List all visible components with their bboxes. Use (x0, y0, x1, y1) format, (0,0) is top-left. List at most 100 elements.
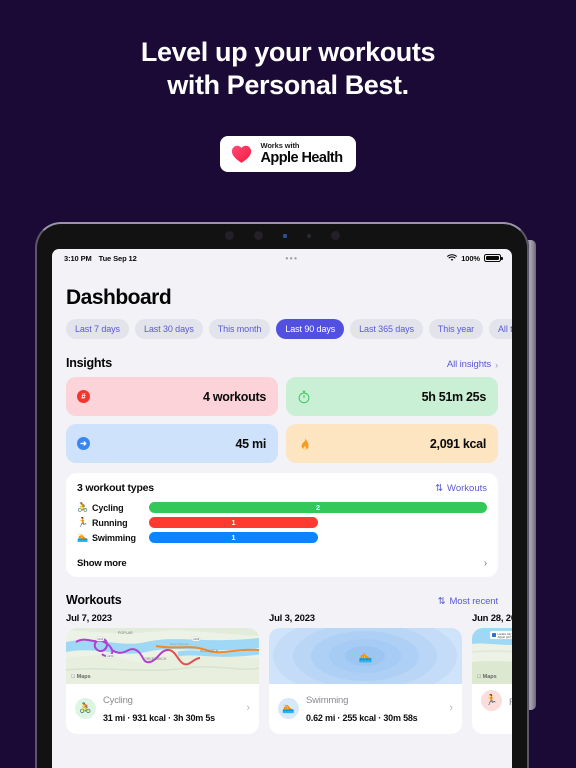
sort-updown-icon: ⇅ (435, 482, 444, 494)
workout-types-header: 3 workout types ⇅ Workouts (77, 482, 487, 494)
filter-chip-this-month[interactable]: This month (208, 319, 271, 339)
swimming-icon: 🏊 (77, 532, 89, 542)
workout-type-bar-track-running: 1 (149, 517, 487, 528)
insight-card-calories[interactable]: 2,091 kcal (286, 424, 498, 463)
filter-chip-last-7-days[interactable]: Last 7 days (66, 319, 129, 339)
wifi-icon (447, 254, 458, 262)
all-insights-link[interactable]: All insights › (447, 359, 498, 370)
workout-type-bar-track-cycling: 2 (149, 502, 487, 513)
badge-platform-label: Apple Health (260, 149, 343, 166)
workout-name-running: Running (509, 697, 512, 708)
show-more-button[interactable]: Show more › (77, 550, 487, 577)
workout-cards-carousel[interactable]: POPLAR GREENWICH WOOLWICH River Thames A… (66, 628, 512, 734)
chevron-right-icon: › (246, 702, 250, 714)
workout-card-swimming[interactable]: 🏊 🏊 Swimming 0.62 mi · 255 kcal · 30m 58… (269, 628, 462, 734)
workout-stats-swimming: 0.62 mi · 255 kcal · 30m 58s (306, 713, 418, 723)
device-screen: 3:10 PM Tue Sep 12 ••• 100% Dashboard La… (52, 249, 512, 768)
svg-text:A102: A102 (97, 637, 104, 641)
works-with-apple-health-badge: Works with Apple Health (220, 136, 356, 172)
workout-card-running[interactable]: WOOLWICH London City Airport (LCY)  Map… (472, 628, 512, 734)
insight-value-duration: 5h 51m 25s (421, 389, 487, 404)
insight-card-workouts[interactable]: # 4 workouts (66, 377, 278, 416)
workout-type-label-cycling: 🚴 Cycling (77, 502, 149, 513)
chevron-right-icon: › (495, 359, 498, 370)
workout-date-row: Jul 7, 2023 Jul 3, 2023 Jun 28, 2023 (66, 613, 512, 624)
arrow-right-badge-icon: ➜ (76, 436, 91, 451)
cycling-icon: 🚴 (75, 697, 96, 719)
filter-chip-all-time[interactable]: All time (489, 319, 512, 339)
insights-title: Insights (66, 356, 112, 370)
multitasking-dots-icon[interactable]: ••• (286, 254, 299, 263)
insight-card-distance[interactable]: ➜ 45 mi (66, 424, 278, 463)
workout-name-swimming: Swimming (306, 695, 349, 706)
badge-works-with-label: Works with (260, 141, 300, 150)
chevron-right-icon: › (483, 558, 487, 569)
status-bar-indicators: 100% (447, 253, 503, 263)
running-icon: 🏃 (77, 517, 89, 527)
svg-text:Airport (LCY): Airport (LCY) (498, 635, 513, 639)
flame-icon (296, 436, 311, 451)
workout-types-sort-control[interactable]: ⇅ Workouts (435, 483, 487, 494)
hash-badge-icon: # (76, 389, 91, 404)
map-route-thumbnail: POPLAR GREENWICH WOOLWICH River Thames A… (66, 628, 259, 684)
camera-lens-icon (330, 231, 340, 240)
workout-card-cycling[interactable]: POPLAR GREENWICH WOOLWICH River Thames A… (66, 628, 259, 734)
camera-lens-icon (224, 231, 234, 240)
filter-chip-last-365-days[interactable]: Last 365 days (350, 319, 423, 339)
workout-date-3: Jun 28, 2023 (472, 613, 512, 624)
workout-type-row-cycling: 🚴 Cycling 2 (77, 502, 487, 513)
filter-chip-last-90-days[interactable]: Last 90 days (276, 319, 345, 339)
swim-rings-thumbnail: 🏊 (269, 628, 462, 684)
apple-health-badge-wrap: Works with Apple Health (0, 136, 576, 172)
battery-icon (484, 254, 503, 262)
sort-updown-icon: ⇅ (437, 596, 446, 607)
device-camera-row (35, 231, 529, 240)
hero-section: Level up your workouts with Personal Bes… (0, 36, 576, 102)
workout-type-name-running: Running (92, 517, 128, 528)
maps-attribution-label:  Maps (477, 674, 497, 680)
insights-grid: # 4 workouts 5h 51m 25s ➜ 45 mi 2,091 kc… (66, 377, 498, 463)
cycling-icon: 🚴 (77, 502, 89, 512)
device-body: 3:10 PM Tue Sep 12 ••• 100% Dashboard La… (35, 222, 529, 768)
workout-types-card: 3 workout types ⇅ Workouts 🚴 Cycling 2 🏃… (66, 473, 498, 577)
running-icon: 🏃 (481, 690, 502, 711)
workout-card-body-swimming: 🏊 Swimming 0.62 mi · 255 kcal · 30m 58s … (269, 684, 462, 734)
chevron-right-icon: › (449, 702, 453, 714)
workout-type-label-running: 🏃 Running (77, 517, 149, 528)
badge-text-group: Works with Apple Health (260, 141, 343, 166)
battery-percentage-label: 100% (461, 253, 480, 263)
camera-sensor-icon (282, 233, 287, 238)
swimming-icon: 🏊 (358, 650, 373, 663)
workout-card-text-cycling: Cycling 31 mi · 931 kcal · 3h 30m 5s (103, 690, 235, 726)
workout-type-bar-running: 1 (149, 517, 318, 528)
stopwatch-icon (296, 389, 311, 404)
insight-card-duration[interactable]: 5h 51m 25s (286, 377, 498, 416)
hero-title-line-1: Level up your workouts (140, 37, 436, 67)
status-bar-time: 3:10 PM (64, 253, 92, 263)
svg-text:River Thames: River Thames (170, 642, 189, 646)
workouts-sort-control[interactable]: ⇅ Most recent (437, 596, 499, 607)
workouts-sort-label: Most recent (449, 596, 498, 607)
svg-text:WOOLWICH: WOOLWICH (200, 649, 219, 653)
heart-icon (231, 144, 252, 164)
tablet-device: 3:10 PM Tue Sep 12 ••• 100% Dashboard La… (35, 222, 536, 768)
workout-name-cycling: Cycling (103, 695, 133, 706)
filter-chip-this-year[interactable]: This year (428, 319, 484, 339)
workout-type-row-running: 🏃 Running 1 (77, 517, 487, 528)
hero-title-line-2: with Personal Best. (167, 70, 409, 100)
page-title: Dashboard (66, 286, 172, 309)
workout-date-2: Jul 3, 2023 (269, 613, 315, 624)
workout-card-text-running: Running 4.37 mi (509, 692, 512, 710)
workouts-section-header: Workouts ⇅ Most recent (66, 593, 498, 607)
camera-lens-icon (253, 231, 263, 240)
insight-value-workouts: 4 workouts (203, 389, 266, 404)
app-content: Dashboard Last 7 days Last 30 days This … (52, 286, 512, 734)
insight-value-distance: 45 mi (235, 436, 267, 451)
workout-type-name-cycling: Cycling (92, 502, 124, 513)
workout-type-bar-track-swimming: 1 (149, 532, 487, 543)
svg-text:A206: A206 (193, 637, 200, 641)
filter-chip-last-30-days[interactable]: Last 30 days (134, 319, 203, 339)
workout-card-text-swimming: Swimming 0.62 mi · 255 kcal · 30m 58s (306, 690, 438, 726)
page-root: Level up your workouts with Personal Bes… (0, 0, 576, 768)
workout-type-row-swimming: 🏊 Swimming 1 (77, 532, 487, 543)
